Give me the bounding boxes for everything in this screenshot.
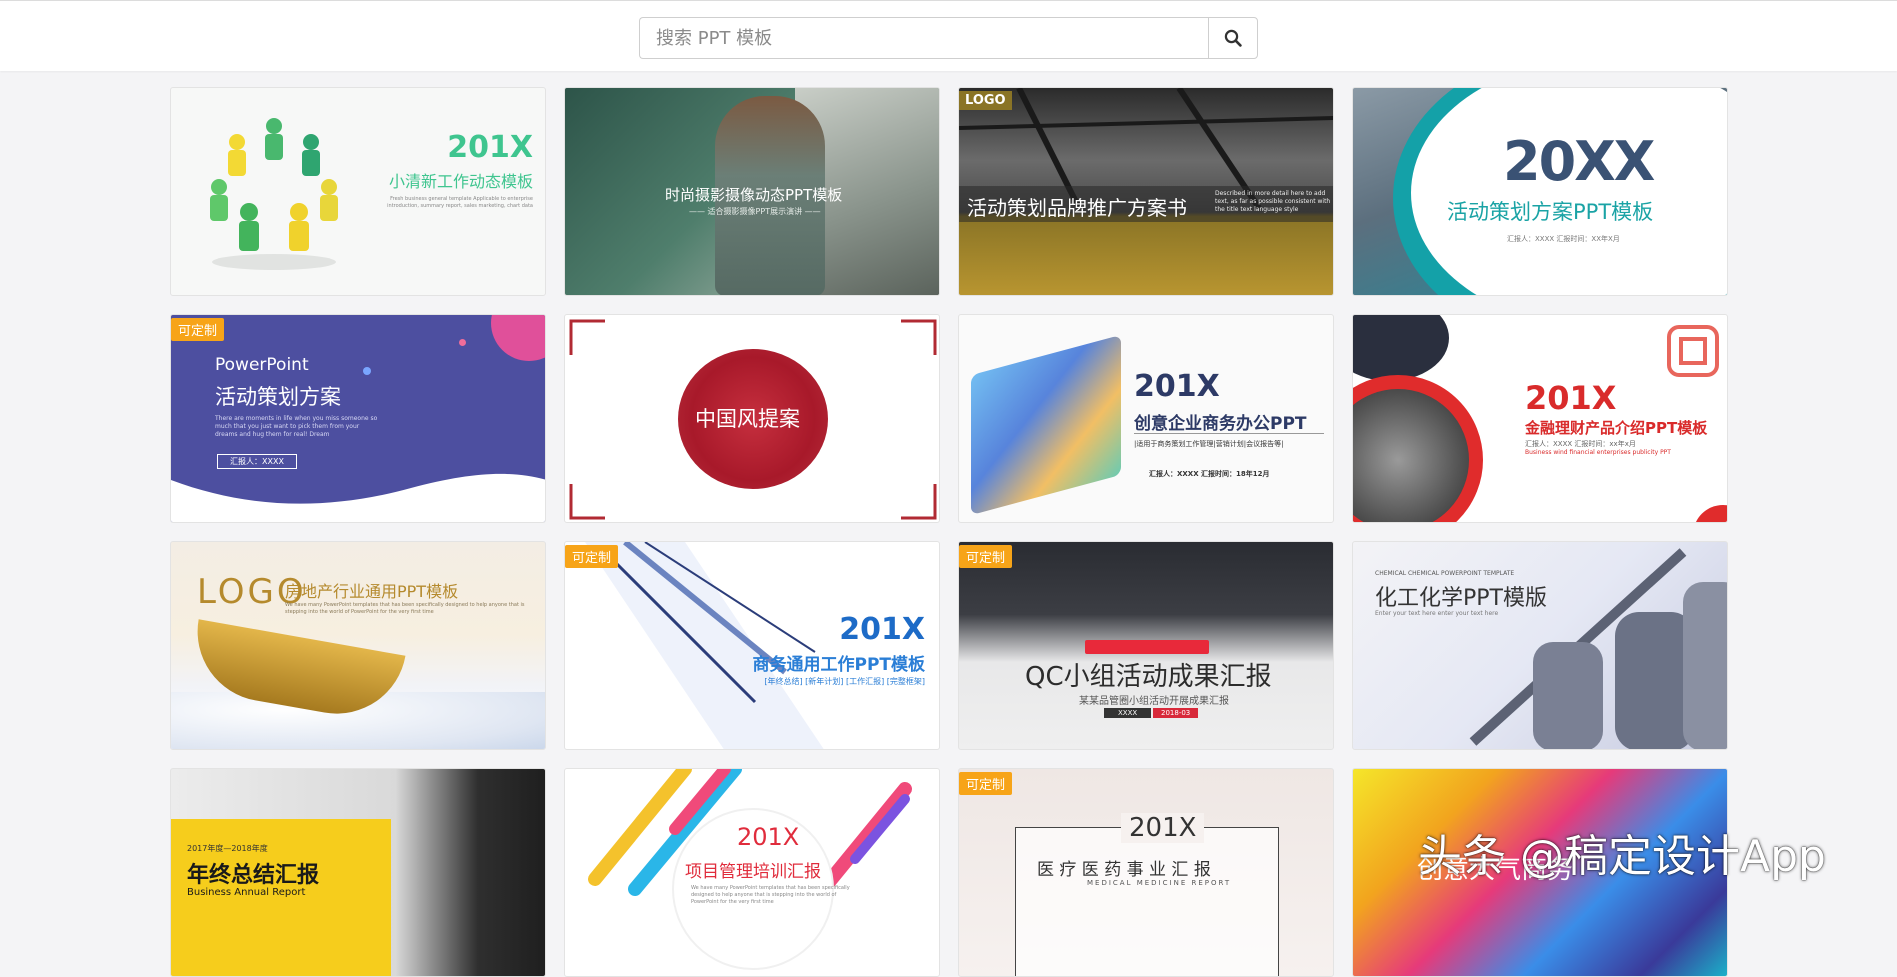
template-card[interactable]: LOGO 房地产行业通用PPT模板 We have many PowerPoin… — [170, 541, 546, 750]
red-arc — [1693, 505, 1728, 523]
card-subtitle: much that you just want to pick them fro… — [215, 423, 359, 430]
search-icon — [1224, 29, 1242, 47]
card-title: QC小组活动成果汇报 — [1025, 656, 1272, 693]
card-subtitle: CHEMICAL CHEMICAL POWERPOINT TEMPLATE — [1375, 570, 1514, 577]
customizable-badge: 可定制 — [959, 545, 1012, 568]
card-subtitle: introduction, summary report, sales mark… — [387, 203, 533, 209]
bank-logo-icon — [1663, 321, 1723, 381]
card-subtitle: stepping into the world of PowerPoint fo… — [285, 609, 434, 615]
white-wave — [171, 460, 546, 523]
red-ring — [1352, 375, 1483, 523]
template-card[interactable]: 可定制 QC小组活动成果汇报 某某品管圈小组活动开展成果汇报 XXXX 2018… — [958, 541, 1334, 750]
card-title: 商务通用工作PPT模板 — [752, 650, 925, 675]
card-year: 20XX — [1503, 130, 1653, 193]
top-bar — [0, 0, 1897, 71]
template-card[interactable]: 中国风提案 — [564, 314, 940, 523]
isometric-city — [971, 335, 1121, 515]
card-subtitle: |适用于商务策划工作管理|营销计划|会议报告等| — [1134, 439, 1283, 449]
card-subtitle: 汇报人：XXXX 汇报时间：xx年x月 — [1525, 439, 1636, 449]
title-frame — [1015, 827, 1279, 977]
card-year: 201X — [1121, 813, 1204, 843]
dark-circle — [1352, 314, 1449, 381]
template-card[interactable]: 可定制 PowerPoint 活动策划方案 There are moments … — [170, 314, 546, 523]
card-subtitle: Business Annual Report — [187, 887, 305, 898]
card-subtitle: Enter your text here enter your text her… — [1375, 610, 1498, 617]
template-card[interactable]: 可定制 201X 医 疗 医 药 事 业 汇 报 MEDICAL MEDICIN… — [958, 768, 1334, 977]
card-reporter: 汇报人：XXXX — [217, 454, 297, 469]
card-subtitle: designed to help anyone that is stepping… — [691, 892, 836, 898]
card-subtitle: There are moments in life when you miss … — [215, 415, 377, 422]
template-card[interactable]: 2017年度—2018年度 年终总结汇报 Business Annual Rep… — [170, 768, 546, 977]
template-card[interactable]: 20XX 活动策划方案PPT模板 汇报人：XXXX 汇报时间：XX年X月 — [1352, 87, 1728, 296]
customizable-badge: 可定制 — [565, 545, 618, 568]
customizable-badge: 可定制 — [171, 318, 224, 341]
card-year: 201X — [1134, 369, 1220, 404]
card-subtitle: 2017年度—2018年度 — [187, 843, 268, 854]
card-title: 项目管理培训汇报 — [685, 857, 821, 882]
dot — [459, 339, 466, 346]
card-title: 活动策划方案PPT模板 — [1447, 196, 1653, 226]
card-title: 医 疗 医 药 事 业 汇 报 — [1037, 855, 1211, 880]
card-subtitle: Fresh business general template Applicab… — [390, 196, 533, 202]
template-card[interactable]: 201X 项目管理培训汇报 We have many PowerPoint te… — [564, 768, 940, 977]
card-subtitle: 汇报人：XXXX 汇报时间：XX年X月 — [1507, 234, 1620, 244]
card-subtitle: MEDICAL MEDICINE REPORT — [1087, 879, 1231, 887]
template-card[interactable]: LOGO 活动策划品牌推广方案书 Described in more detai… — [958, 87, 1334, 296]
template-card[interactable]: 时尚摄影摄像动态PPT模板 —— 适合摄影摄像PPT展示演讲 —— — [564, 87, 940, 296]
logo-badge: LOGO — [959, 91, 1012, 110]
template-card[interactable]: 201X 创意企业商务办公PPT |适用于商务策划工作管理|营销计划|会议报告等… — [958, 314, 1334, 523]
card-subtitle: 某某品管圈小组活动开展成果汇报 — [1079, 692, 1229, 707]
template-card[interactable]: 201X 小清新工作动态模板 Fresh business general te… — [170, 87, 546, 296]
red-tab-bar — [1085, 640, 1209, 654]
card-subtitle: the title text language style — [1215, 206, 1298, 213]
card-title: 活动策划品牌推广方案书 — [967, 192, 1187, 221]
card-subtitle: —— 适合摄影摄像PPT展示演讲 —— — [689, 206, 821, 217]
divider — [1134, 433, 1324, 434]
card-title: 创意企业商务办公PPT — [1134, 409, 1307, 434]
template-card[interactable]: CHEMICAL CHEMICAL POWERPOINT TEMPLATE 化工… — [1352, 541, 1728, 750]
card-year: 201X — [839, 612, 925, 647]
card-subtitle: We have many PowerPoint templates that h… — [285, 602, 525, 608]
paper-people-icon — [199, 112, 349, 272]
card-subtitle: We have many PowerPoint templates that h… — [691, 885, 850, 891]
search-input[interactable] — [639, 17, 1208, 59]
card-subtitle: dreams and hug them for real! Dream — [215, 431, 330, 438]
card-title: 房地产行业通用PPT模板 — [285, 578, 458, 602]
card-date: 2018-03 — [1153, 708, 1198, 718]
search-button[interactable] — [1208, 17, 1258, 59]
card-title: 年终总结汇报 — [187, 857, 319, 889]
card-tag: XXXX — [1104, 708, 1151, 718]
card-title: 中国风提案 — [695, 403, 800, 433]
card-title: 活动策划方案 — [215, 381, 341, 411]
card-year: 201X — [1525, 379, 1616, 417]
customizable-badge: 可定制 — [959, 772, 1012, 795]
card-title: 金融理财产品介绍PPT模板 — [1525, 417, 1707, 438]
card-title: 化工化学PPT模版 — [1375, 580, 1547, 612]
template-card[interactable]: 可定制 201X 商务通用工作PPT模板 [年终总结] [新年计划] [工作汇报… — [564, 541, 940, 750]
card-subtitle: Described in more detail here to add — [1215, 190, 1325, 197]
search-bar — [639, 17, 1258, 59]
card-subtitle: PowerPoint for the very first time — [691, 899, 774, 905]
card-title: 小清新工作动态模板 — [389, 168, 533, 192]
pink-circle — [491, 314, 546, 361]
card-subtitle: 汇报人：XXXX 汇报时间：18年12月 — [1149, 469, 1270, 479]
card-subtitle: Business wind financial enterprises publ… — [1525, 449, 1671, 456]
card-subtitle: PowerPoint — [215, 355, 309, 375]
dot — [363, 367, 371, 375]
card-subtitle: text, as far as possible consistent with — [1215, 198, 1330, 205]
watermark: 头条 @稿定设计App — [1418, 820, 1826, 884]
card-year: 201X — [447, 130, 533, 165]
card-subtitle: [年终总结] [新年计划] [工作汇报] [完整框架] — [764, 676, 925, 687]
template-card[interactable]: 201X 金融理财产品介绍PPT模板 汇报人：XXXX 汇报时间：xx年x月 B… — [1352, 314, 1728, 523]
card-title: 时尚摄影摄像动态PPT模板 — [665, 184, 842, 205]
card-year: 201X — [737, 823, 799, 851]
